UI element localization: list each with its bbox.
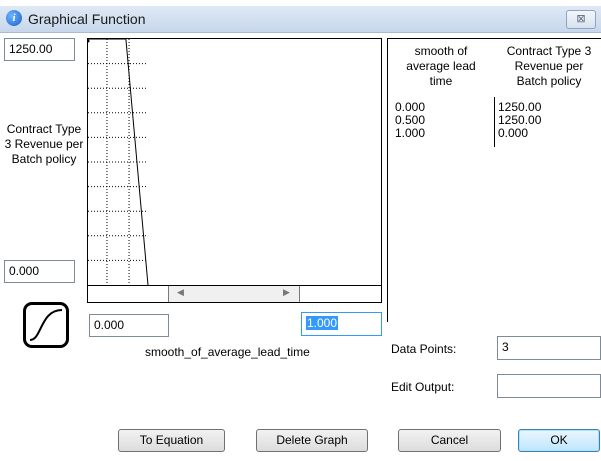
x-max-value: 1.000 bbox=[306, 316, 339, 330]
y-max-field[interactable]: 1250.00 bbox=[4, 38, 75, 61]
y-axis-label: Contract Type 3 Revenue per Batch policy bbox=[4, 122, 84, 166]
edit-output-label: Edit Output: bbox=[391, 380, 455, 394]
graph-plot bbox=[86, 38, 149, 286]
data-point[interactable] bbox=[86, 39, 90, 43]
graph-canvas[interactable] bbox=[86, 38, 382, 286]
graph-scrollbar[interactable]: ◀ ▶ bbox=[87, 285, 382, 303]
scroll-thumb[interactable]: ◀ ▶ bbox=[168, 286, 300, 302]
column-header-input: smooth of average lead time bbox=[406, 44, 476, 88]
info-icon: i bbox=[6, 10, 22, 26]
ok-button[interactable]: OK bbox=[518, 429, 600, 452]
x-axis-label: smooth_of_average_lead_time bbox=[145, 345, 310, 359]
close-button[interactable]: ⊠ bbox=[566, 10, 596, 29]
y-min-field[interactable]: 0.000 bbox=[4, 260, 75, 283]
table-cell-input[interactable]: 1.000 bbox=[395, 127, 425, 140]
title-bar: i Graphical Function ⊠ bbox=[0, 6, 601, 33]
cancel-button[interactable]: Cancel bbox=[398, 429, 501, 452]
x-max-field[interactable]: 1.000 bbox=[301, 312, 382, 336]
table-cell-output[interactable]: 0.000 bbox=[498, 127, 528, 140]
column-header-output: Contract Type 3 Revenue per Batch policy bbox=[506, 44, 592, 88]
edit-output-field[interactable] bbox=[497, 374, 601, 398]
data-points-label: Data Points: bbox=[391, 342, 457, 356]
x-min-field[interactable]: 0.000 bbox=[89, 314, 169, 337]
data-points-field[interactable]: 3 bbox=[497, 336, 601, 360]
to-equation-button[interactable]: To Equation bbox=[118, 429, 225, 452]
scroll-right-icon[interactable]: ▶ bbox=[283, 287, 290, 298]
data-table[interactable]: smooth of average lead time Contract Typ… bbox=[387, 38, 601, 322]
column-divider bbox=[494, 97, 495, 147]
delete-graph-button[interactable]: Delete Graph bbox=[256, 429, 368, 452]
window-title: Graphical Function bbox=[28, 11, 146, 27]
s-curve-icon bbox=[29, 309, 63, 341]
function-type-button[interactable] bbox=[23, 302, 69, 348]
scroll-left-icon[interactable]: ◀ bbox=[177, 287, 184, 298]
